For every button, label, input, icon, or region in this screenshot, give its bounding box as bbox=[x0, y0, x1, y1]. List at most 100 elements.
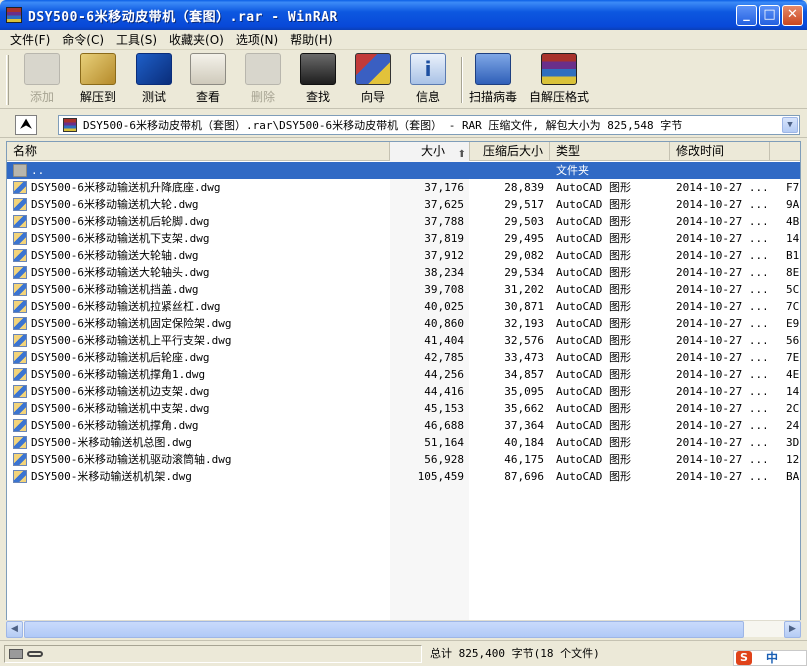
toolbar-grip[interactable] bbox=[6, 55, 9, 105]
key-icon[interactable] bbox=[27, 651, 43, 657]
file-row[interactable]: DSY500-6米移动输送机后轮脚.dwg 37,788 29,503 AutoCAD… bbox=[7, 213, 800, 230]
file-row[interactable]: DSY500-6米移动输送机中支架.dwg 45,153 35,662 AutoCAD… bbox=[7, 400, 800, 417]
delete-button[interactable]: 删除 bbox=[235, 53, 291, 107]
maximize-button[interactable]: □ bbox=[759, 5, 780, 26]
file-row[interactable]: DSY500-6米移动输送机大轮.dwg 37,625 29,517 AutoCAD … bbox=[7, 196, 800, 213]
file-crc: 24 bbox=[786, 419, 800, 432]
find-icon bbox=[300, 53, 336, 85]
column-header-packed[interactable]: 压缩后大小 bbox=[470, 142, 550, 161]
menu-help[interactable]: 帮助(H) bbox=[284, 31, 338, 48]
file-packed-size: 28,839 bbox=[504, 181, 544, 194]
file-crc: 7E bbox=[786, 351, 800, 364]
file-modified: 2014-10-27 ... bbox=[676, 453, 766, 466]
file-row[interactable]: DSY500-6米移动输送机边支架.dwg 44,416 35,095 AutoCAD… bbox=[7, 383, 800, 400]
file-row[interactable]: DSY500-6米移动输送机下支架.dwg 37,819 29,495 AutoCAD… bbox=[7, 230, 800, 247]
info-button[interactable]: i 信息 bbox=[400, 53, 456, 107]
chevron-down-icon: ▼ bbox=[787, 120, 793, 130]
ime-toolbar[interactable]: S 中 bbox=[733, 650, 807, 666]
file-row[interactable]: DSY500-6米移动输送机升降底座.dwg 37,176 28,839 AutoCA… bbox=[7, 179, 800, 196]
menu-favorites[interactable]: 收藏夹(O) bbox=[163, 31, 230, 48]
menu-tools[interactable]: 工具(S) bbox=[110, 31, 163, 48]
file-row[interactable]: DSY500-6米移动输送机上平行支架.dwg 41,404 32,576 AutoC… bbox=[7, 332, 800, 349]
file-modified: 2014-10-27 ... bbox=[676, 368, 766, 381]
file-size: 40,025 bbox=[424, 300, 464, 313]
column-header-size[interactable]: 大小 ⬆ bbox=[390, 142, 470, 161]
column-header-crc[interactable] bbox=[770, 142, 800, 161]
menu-file[interactable]: 文件(F) bbox=[4, 31, 56, 48]
file-size: 37,819 bbox=[424, 232, 464, 245]
file-row[interactable]: DSY500-米移动输送机总图.dwg 51,164 40,184 AutoCAD 图… bbox=[7, 434, 800, 451]
file-size: 44,416 bbox=[424, 385, 464, 398]
file-modified: 2014-10-27 ... bbox=[676, 402, 766, 415]
find-label: 查找 bbox=[305, 90, 330, 104]
column-header-name[interactable]: 名称 bbox=[7, 142, 390, 161]
file-row[interactable]: DSY500-6米移动输送机驱动滚筒轴.dwg 56,928 46,175 AutoC… bbox=[7, 451, 800, 468]
path-combobox[interactable]: DSY500-6米移动皮带机（套图）.rar\DSY500-6米移动皮带机（套图… bbox=[58, 115, 800, 135]
column-header-type[interactable]: 类型 bbox=[550, 142, 670, 161]
file-size: 45,153 bbox=[424, 402, 464, 415]
file-crc: 8E bbox=[786, 266, 800, 279]
drive-icon[interactable] bbox=[9, 649, 23, 659]
column-header-modified[interactable]: 修改时间 bbox=[670, 142, 770, 161]
file-crc: B1 bbox=[786, 249, 800, 262]
file-row[interactable]: DSY500-6米移动输送机挡盖.dwg 39,708 31,202 AutoCAD … bbox=[7, 281, 800, 298]
scroll-right-button[interactable]: ▶ bbox=[784, 621, 801, 638]
file-modified: 2014-10-27 ... bbox=[676, 232, 766, 245]
file-crc: 56 bbox=[786, 334, 800, 347]
file-name: DSY500-6米移动输送机拉紧丝杠.dwg bbox=[31, 300, 221, 313]
wizard-button[interactable]: 向导 bbox=[345, 53, 401, 107]
virus-scan-button[interactable]: 扫描病毒 bbox=[465, 53, 521, 107]
file-packed-size: 34,857 bbox=[504, 368, 544, 381]
test-button[interactable]: 测试 bbox=[126, 53, 182, 107]
file-row[interactable]: DSY500-6米移动输送机拉紧丝杠.dwg 40,025 30,871 AutoCA… bbox=[7, 298, 800, 315]
chevron-right-icon: ▶ bbox=[789, 624, 796, 634]
file-row[interactable]: DSY500-6米移动输送机撑角.dwg 46,688 37,364 AutoCAD … bbox=[7, 417, 800, 434]
parent-folder-row[interactable]: .. 文件夹 bbox=[7, 162, 800, 179]
file-crc: 3D bbox=[786, 436, 800, 449]
file-crc: 12 bbox=[786, 453, 800, 466]
file-crc: 2C bbox=[786, 402, 800, 415]
file-packed-size: 32,193 bbox=[504, 317, 544, 330]
file-row[interactable]: DSY500-米移动输送机机架.dwg 105,459 87,696 AutoCAD … bbox=[7, 468, 800, 485]
dwg-file-icon bbox=[13, 453, 27, 466]
file-name: DSY500-6米移动输送大轮轴头.dwg bbox=[31, 266, 210, 279]
file-list[interactable]: 名称 大小 ⬆ 压缩后大小 类型 修改时间 .. 文件夹 DSY500-6米移动… bbox=[6, 141, 801, 637]
sfx-button[interactable]: 自解压格式 bbox=[528, 53, 590, 107]
up-folder-button[interactable]: ⮝ bbox=[15, 115, 37, 135]
file-row[interactable]: DSY500-6米移动输送机固定保险架.dwg 40,860 32,193 AutoC… bbox=[7, 315, 800, 332]
file-row[interactable]: DSY500-6米移动输送大轮轴.dwg 37,912 29,082 AutoCAD … bbox=[7, 247, 800, 264]
file-modified: 2014-10-27 ... bbox=[676, 266, 766, 279]
add-button[interactable]: 添加 bbox=[14, 53, 70, 107]
horizontal-scrollbar[interactable]: ◀ ▶ bbox=[6, 620, 801, 638]
path-dropdown-button[interactable]: ▼ bbox=[782, 117, 798, 133]
file-type: AutoCAD 图形 bbox=[556, 249, 631, 262]
sogou-ime-icon: S bbox=[736, 651, 752, 665]
extract-to-button[interactable]: 解压到 bbox=[70, 53, 126, 107]
dwg-file-icon bbox=[13, 368, 27, 381]
window-title: DSY500-6米移动皮带机（套图）.rar - WinRAR bbox=[28, 9, 338, 25]
file-type: AutoCAD 图形 bbox=[556, 181, 631, 194]
file-modified: 2014-10-27 ... bbox=[676, 300, 766, 313]
file-crc: 14 bbox=[786, 385, 800, 398]
scroll-thumb[interactable] bbox=[24, 621, 744, 638]
file-crc: E9 bbox=[786, 317, 800, 330]
view-button[interactable]: 查看 bbox=[180, 53, 236, 107]
file-row[interactable]: DSY500-6米移动输送机撑角1.dwg 44,256 34,857 AutoCAD… bbox=[7, 366, 800, 383]
file-name: DSY500-米移动输送机总图.dwg bbox=[31, 436, 192, 449]
menu-commands[interactable]: 命令(C) bbox=[56, 31, 110, 48]
scroll-left-button[interactable]: ◀ bbox=[6, 621, 23, 638]
file-size: 40,860 bbox=[424, 317, 464, 330]
file-type: AutoCAD 图形 bbox=[556, 402, 631, 415]
file-name: DSY500-6米移动输送机边支架.dwg bbox=[31, 385, 210, 398]
file-size: 44,256 bbox=[424, 368, 464, 381]
file-row[interactable]: DSY500-6米移动输送大轮轴头.dwg 38,234 29,534 AutoCAD… bbox=[7, 264, 800, 281]
file-size: 39,708 bbox=[424, 283, 464, 296]
close-button[interactable]: ✕ bbox=[782, 5, 803, 26]
find-button[interactable]: 查找 bbox=[290, 53, 346, 107]
dwg-file-icon bbox=[13, 436, 27, 449]
file-row[interactable]: DSY500-6米移动输送机后轮座.dwg 42,785 33,473 AutoCAD… bbox=[7, 349, 800, 366]
minimize-button[interactable]: _ bbox=[736, 5, 757, 26]
dwg-file-icon bbox=[13, 215, 27, 228]
file-type: AutoCAD 图形 bbox=[556, 470, 631, 483]
menu-options[interactable]: 选项(N) bbox=[230, 31, 284, 48]
